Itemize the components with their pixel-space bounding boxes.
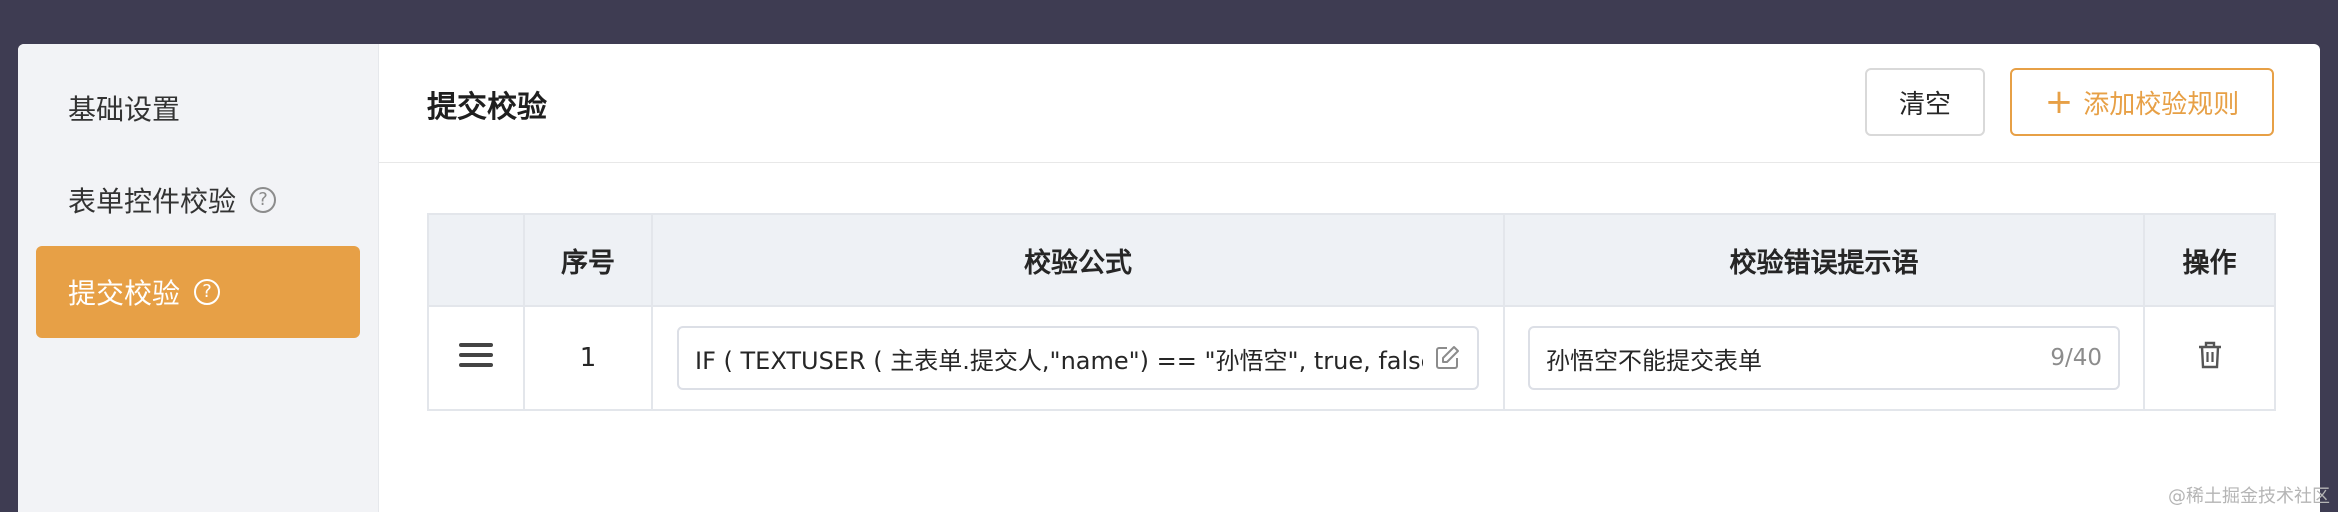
- panel: 基础设置 表单控件校验 ? 提交校验 ? 提交校验 清空 + 添加校验规则 序号…: [18, 44, 2320, 512]
- watermark: @稀土掘金技术社区: [2168, 486, 2330, 507]
- rules-table: 序号 校验公式 校验错误提示语 操作 1 IF ( TEXTUSER (主表单…: [427, 213, 2276, 411]
- column-header-actions: 操作: [2143, 213, 2276, 307]
- plus-icon: +: [2044, 82, 2074, 122]
- column-header-error-message: 校验错误提示语: [1503, 213, 2145, 307]
- error-message-input[interactable]: 孙悟空不能提交表单 9/40: [1528, 326, 2120, 390]
- table-row: 1 IF ( TEXTUSER ( 主表单.提交人,"name") == "孙悟…: [427, 305, 2276, 411]
- formula-text: IF ( TEXTUSER ( 主表单.提交人,"name") == "孙悟空"…: [695, 346, 1423, 375]
- help-icon[interactable]: ?: [194, 279, 221, 305]
- actions-cell: [2143, 305, 2276, 411]
- help-icon[interactable]: ?: [250, 187, 277, 213]
- formula-input[interactable]: IF ( TEXTUSER ( 主表单.提交人,"name") == "孙悟空"…: [677, 326, 1479, 390]
- header: 提交校验 清空 + 添加校验规则: [379, 44, 2320, 163]
- column-header-formula: 校验公式: [651, 213, 1505, 307]
- clear-button-label: 清空: [1898, 89, 1951, 120]
- table-header-row: 序号 校验公式 校验错误提示语 操作: [427, 213, 2276, 307]
- sidebar-item-submit-validation[interactable]: 提交校验 ?: [36, 246, 360, 338]
- column-header-drag: [427, 213, 525, 307]
- delete-icon[interactable]: [2196, 340, 2224, 370]
- sidebar-item-label: 表单控件校验: [68, 185, 237, 218]
- sidebar-item-form-control-validation[interactable]: 表单控件校验 ?: [36, 154, 360, 246]
- main-content: 提交校验 清空 + 添加校验规则 序号 校验公式 校验错误提示语 操作 1 IF…: [379, 44, 2320, 512]
- add-rule-button[interactable]: + 添加校验规则: [2010, 68, 2274, 136]
- column-header-index: 序号: [523, 213, 653, 307]
- clear-button[interactable]: 清空: [1865, 68, 1985, 136]
- row-index: 1: [523, 305, 653, 411]
- sidebar-item-label: 提交校验: [68, 277, 181, 310]
- drag-handle-icon[interactable]: [459, 342, 493, 367]
- sidebar-item-label: 基础设置: [68, 93, 181, 126]
- error-message-text: 孙悟空不能提交表单: [1546, 346, 1762, 375]
- char-counter: 9/40: [2050, 345, 2102, 371]
- sidebar-item-basic-settings[interactable]: 基础设置: [36, 62, 360, 154]
- edit-icon[interactable]: [1433, 344, 1461, 372]
- page-title: 提交校验: [427, 90, 547, 125]
- sidebar: 基础设置 表单控件校验 ? 提交校验 ?: [18, 44, 379, 512]
- add-rule-button-label: 添加校验规则: [2083, 89, 2240, 120]
- error-message-cell: 孙悟空不能提交表单 9/40: [1503, 305, 2145, 411]
- drag-handle-cell: [427, 305, 525, 411]
- formula-cell: IF ( TEXTUSER ( 主表单.提交人,"name") == "孙悟空"…: [651, 305, 1505, 411]
